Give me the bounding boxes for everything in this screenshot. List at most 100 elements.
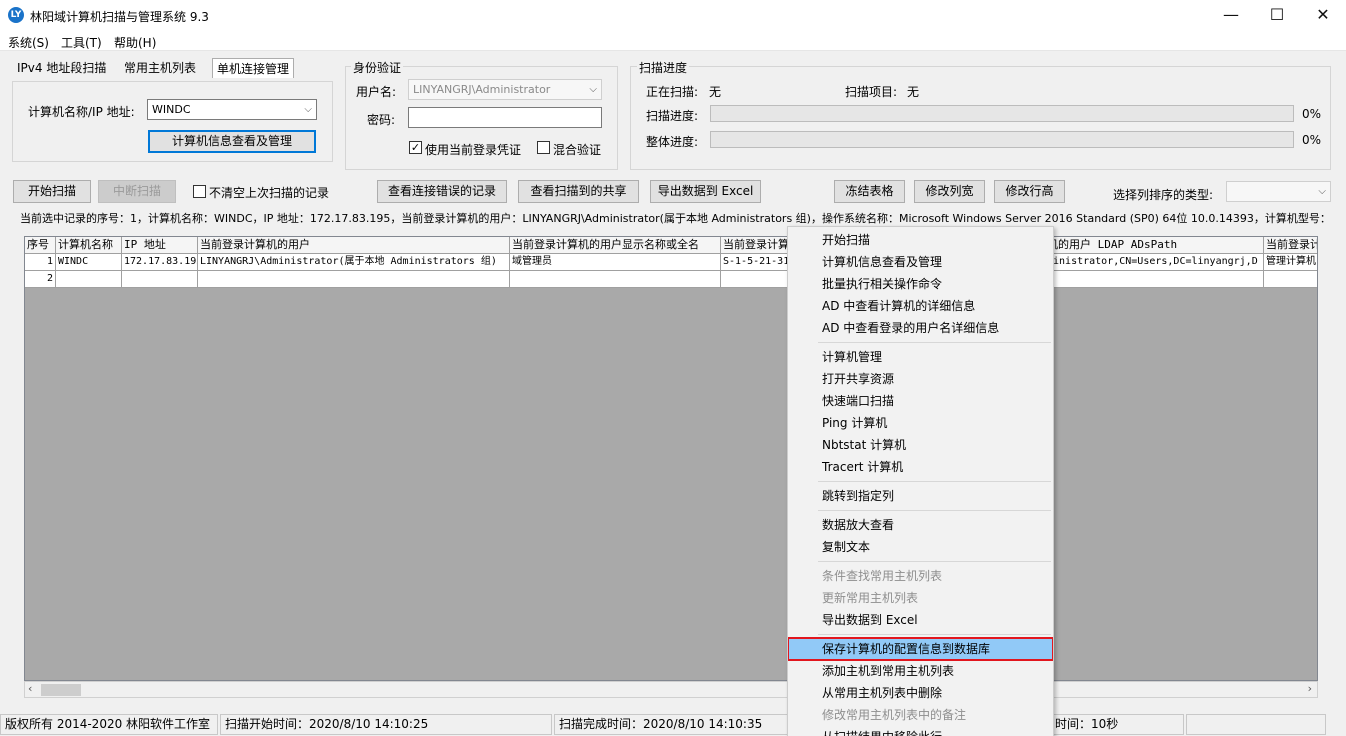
password-input[interactable] [408, 107, 602, 128]
table-cell [56, 271, 122, 288]
view-shares-button[interactable]: 查看扫描到的共享 [518, 180, 639, 203]
table-cell [1045, 271, 1264, 288]
context-menu-item[interactable]: 导出数据到 Excel [788, 609, 1053, 631]
close-button[interactable]: ✕ [1300, 0, 1346, 31]
freeze-table-button[interactable]: 冻结表格 [834, 180, 905, 203]
menu-system[interactable]: 系统(S) [8, 34, 49, 51]
user-display-name-cell: 域管理员 [510, 254, 721, 271]
context-menu-item[interactable]: 快速端口扫描 [788, 390, 1053, 412]
column-header[interactable]: IP 地址 [122, 237, 198, 254]
scan-progress-label: 扫描进度: [646, 109, 699, 123]
computer-name-cell: WINDC [56, 254, 122, 271]
row-number-cell: 1 [25, 254, 56, 271]
context-menu-item[interactable]: 从扫描结果中移除此行 [788, 726, 1053, 736]
chevron-down-icon: ⌵ [1318, 186, 1326, 197]
menu-separator [818, 510, 1051, 511]
context-menu-item[interactable]: 计算机信息查看及管理 [788, 251, 1053, 273]
keep-records-checkbox[interactable] [193, 185, 206, 198]
table-cell: 管理计算机 [1264, 254, 1317, 271]
column-header[interactable]: 当前登录计算机的用户 [198, 237, 510, 254]
column-width-button[interactable]: 修改列宽 [914, 180, 985, 203]
context-menu-item[interactable]: Ping 计算机 [788, 412, 1053, 434]
sort-type-select[interactable]: ⌵ [1226, 181, 1331, 202]
host-select[interactable]: WINDC ⌵ [147, 99, 317, 120]
use-current-credentials-label: 使用当前登录凭证 [425, 143, 522, 157]
context-menu-item: 条件查找常用主机列表 [822, 569, 943, 583]
row-height-button[interactable]: 修改行高 [994, 180, 1065, 203]
export-excel-button[interactable]: 导出数据到 Excel [650, 180, 761, 203]
scroll-right-icon[interactable]: › [1308, 682, 1312, 695]
logged-user-cell: LINYANGRJ\Administrator(属于本地 Administrat… [198, 254, 510, 271]
ldap-adspath-cell: ministrator,CN=Users,DC=linyangrj,D [1045, 254, 1264, 271]
column-header[interactable]: 机的用户 LDAP ADsPath [1045, 237, 1264, 254]
context-menu-item: 更新常用主机列表 [822, 591, 919, 605]
view-errors-button[interactable]: 查看连接错误的记录 [377, 180, 507, 203]
username-select[interactable]: LINYANGRJ\Administrator ⌵ [408, 79, 602, 100]
host-value: WINDC [152, 103, 191, 116]
context-menu: 开始扫描 计算机信息查看及管理 批量执行相关操作命令 AD 中查看计算机的详细信息 AD… [787, 226, 1054, 736]
scroll-left-icon[interactable]: ‹ [28, 682, 32, 695]
context-menu-item[interactable]: Nbtstat 计算机 [788, 434, 1053, 456]
username-value: LINYANGRJ\Administrator [413, 83, 551, 96]
menu-tools[interactable]: 工具(T) [61, 34, 102, 51]
auth-group-label: 身份验证 [351, 59, 404, 76]
context-menu-item[interactable]: AD 中查看登录的用户名详细信息 [788, 317, 1053, 339]
context-menu-item[interactable]: 从常用主机列表中删除 [788, 682, 1053, 704]
table-cell [198, 271, 510, 288]
username-label: 用户名: [356, 85, 397, 99]
scan-item-label: 扫描项目: [845, 85, 898, 99]
maximize-button[interactable]: ☐ [1254, 0, 1300, 31]
password-label: 密码: [367, 113, 396, 127]
context-menu-item[interactable]: 复制文本 [788, 536, 1053, 558]
context-menu-item[interactable]: AD 中查看计算机的详细信息 [788, 295, 1053, 317]
menu-separator [818, 342, 1051, 343]
window-title: 林阳域计算机扫描与管理系统 9.3 [30, 10, 209, 24]
context-menu-item[interactable]: 批量执行相关操作命令 [788, 273, 1053, 295]
total-progress-label: 整体进度: [646, 135, 699, 149]
host-label: 计算机名称/IP 地址: [28, 105, 135, 119]
keep-records-label: 不清空上次扫描的记录 [209, 186, 330, 200]
scan-start-time: 扫描开始时间：2020/8/10 14:10:25 [220, 714, 552, 735]
column-header[interactable]: 当前登录计 [1264, 237, 1317, 254]
context-menu-item[interactable]: 开始扫描 [788, 229, 1053, 251]
scan-progress-bar [710, 105, 1294, 122]
view-computer-info-button[interactable]: 计算机信息查看及管理 [148, 130, 316, 153]
start-scan-button[interactable]: 开始扫描 [13, 180, 91, 203]
results-grid[interactable]: 序号 计算机名称 IP 地址 当前登录计算机的用户 当前登录计算机的用户显示名称… [24, 236, 1318, 681]
total-progress-bar [710, 131, 1294, 148]
minimize-button[interactable]: — [1208, 0, 1254, 31]
stop-scan-button[interactable]: 中断扫描 [98, 180, 176, 203]
scrollbar-thumb[interactable] [41, 684, 81, 696]
chevron-down-icon: ⌵ [304, 104, 312, 115]
context-menu-item[interactable]: 跳转到指定列 [788, 485, 1053, 507]
row-number-cell: 2 [25, 271, 56, 288]
context-menu-item[interactable]: Tracert 计算机 [788, 456, 1053, 478]
context-menu-item[interactable]: 打开共享资源 [788, 368, 1053, 390]
tab-single-connection[interactable]: 单机连接管理 [212, 58, 295, 78]
column-header[interactable]: 当前登录计算机的用户显示名称或全名 [510, 237, 721, 254]
mixed-auth-checkbox[interactable] [537, 141, 550, 154]
ip-address-cell: 172.17.83.195 [122, 254, 198, 271]
table-cell [122, 271, 198, 288]
tab-ipv4-scan[interactable]: IPv4 地址段扫描 [13, 58, 110, 78]
use-current-credentials-checkbox[interactable]: ✓ [409, 141, 422, 154]
context-menu-item[interactable]: 添加主机到常用主机列表 [788, 660, 1053, 682]
context-menu-item[interactable]: 保存计算机的配置信息到数据库 [788, 637, 1053, 661]
table-cell [510, 271, 721, 288]
status-bar: 版权所有 2014-2020 林阳软件工作室 扫描开始时间：2020/8/10 … [0, 712, 1346, 736]
horizontal-scrollbar[interactable]: ‹ › [24, 681, 1318, 698]
menu-help[interactable]: 帮助(H) [114, 34, 156, 51]
selection-info-line: 当前选中记录的序号：1，计算机名称：WINDC，IP 地址：172.17.83.… [20, 212, 1325, 225]
menu-separator [818, 481, 1051, 482]
scan-progress-percent: 0% [1302, 107, 1322, 121]
total-progress-percent: 0% [1302, 133, 1322, 147]
mixed-auth-label: 混合验证 [553, 143, 602, 157]
context-menu-item[interactable]: 数据放大查看 [788, 514, 1053, 536]
context-menu-item[interactable]: 计算机管理 [788, 346, 1053, 368]
tab-common-hosts[interactable]: 常用主机列表 [120, 58, 200, 78]
menu-bar: 系统(S) 工具(T) 帮助(H) [0, 31, 1346, 51]
column-header[interactable]: 计算机名称 [56, 237, 122, 254]
menu-separator [818, 561, 1051, 562]
column-header[interactable]: 序号 [25, 237, 56, 254]
chevron-down-icon: ⌵ [589, 84, 597, 95]
